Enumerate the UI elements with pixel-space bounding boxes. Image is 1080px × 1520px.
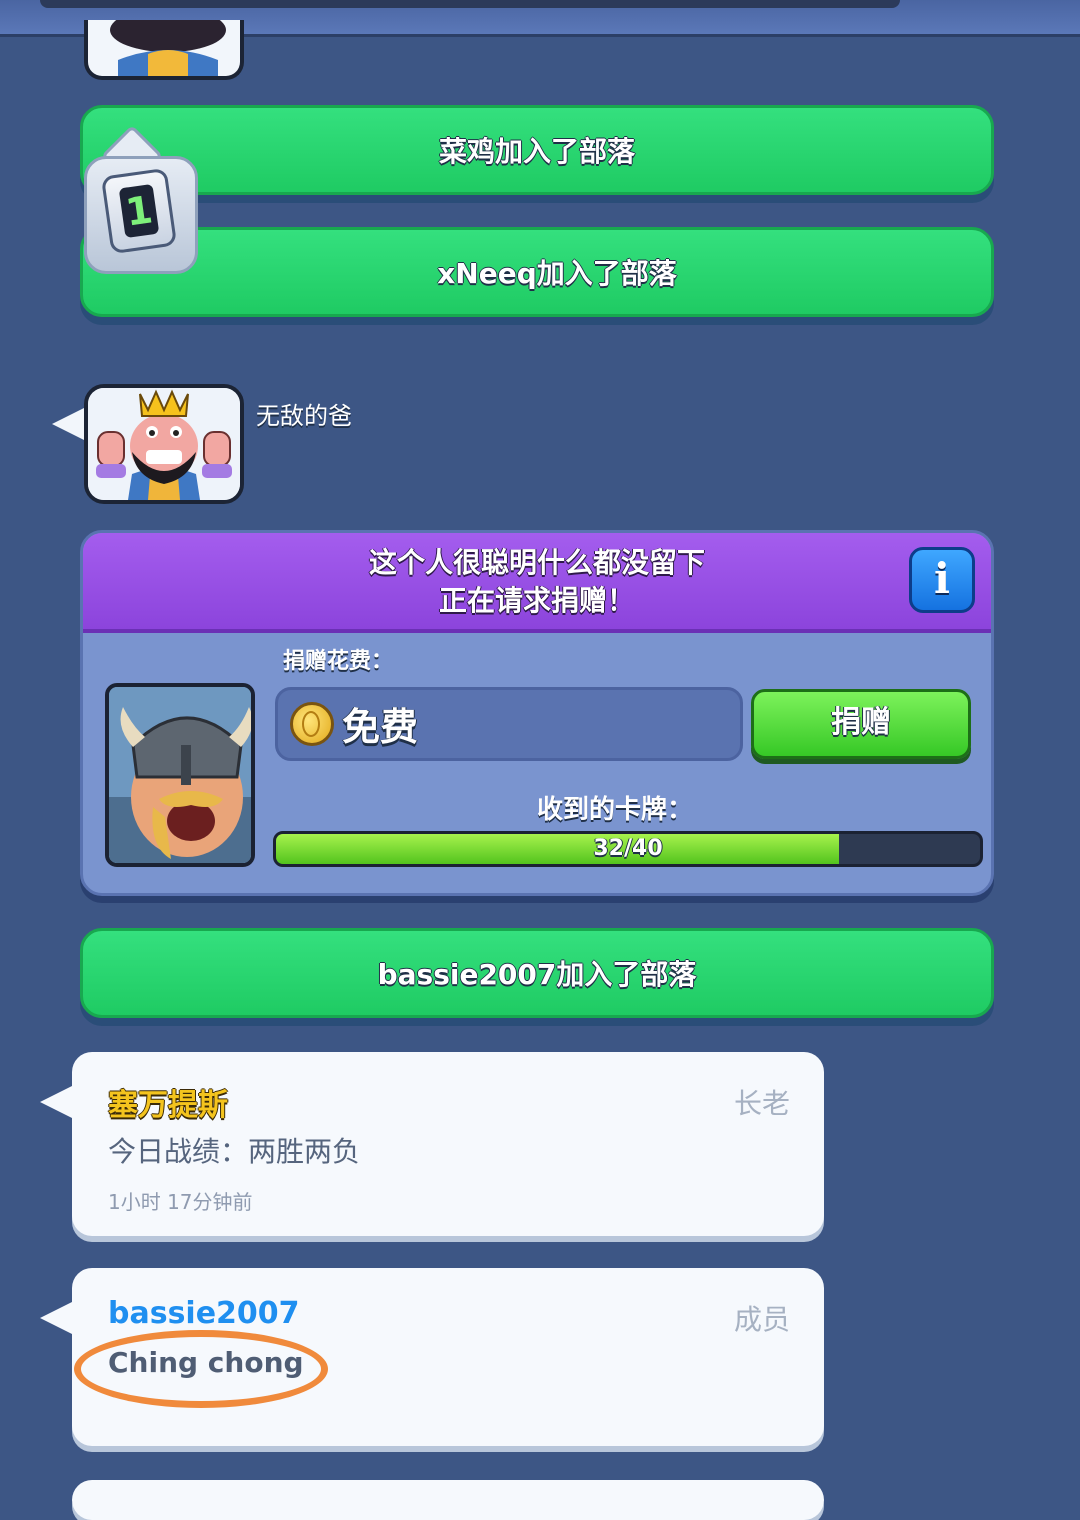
cards-received-label: 收到的卡牌： — [537, 795, 694, 825]
elite-barbarian-card-icon — [109, 687, 251, 863]
donate-button[interactable]: 捐赠 — [751, 689, 971, 759]
highlight-circle-annotation — [74, 1330, 328, 1408]
card-count-icon: 1 — [100, 167, 178, 255]
info-icon: i — [934, 554, 950, 603]
donation-cost-field: 免费 — [275, 687, 743, 761]
king-emote-partial-icon — [110, 20, 226, 76]
requested-card[interactable] — [105, 683, 255, 867]
chat-message-text: 今日战绩：两胜两负 — [108, 1135, 361, 1168]
donation-progress-text: 32/40 — [593, 836, 663, 861]
chat-bubble-tail — [40, 1084, 76, 1120]
donation-cost-label: 捐赠花费： — [283, 649, 394, 674]
top-panel-inner — [40, 0, 900, 8]
chat-author-name[interactable]: 塞万提斯 — [108, 1080, 228, 1124]
chat-bubble-tail — [40, 1300, 76, 1336]
chat-message: 塞万提斯 长老 今日战绩：两胜两负 1小时 17分钟前 — [72, 1052, 824, 1236]
join-banner-text: xNeeq加入了部落 — [437, 257, 677, 290]
clan-join-banner: bassie2007加入了部落 — [80, 928, 994, 1018]
info-button[interactable]: i — [909, 547, 975, 613]
clan-join-banner: xNeeq加入了部落 — [80, 227, 994, 317]
gold-coin-icon — [290, 702, 334, 746]
sender-avatar[interactable] — [84, 384, 244, 504]
badge-number: 1 — [118, 183, 160, 239]
request-status: 正在请求捐赠！ — [438, 584, 635, 617]
join-banner-text: 菜鸡加入了部落 — [438, 135, 635, 168]
join-banner-text: bassie2007加入了部落 — [377, 958, 697, 991]
previous-avatar — [84, 20, 244, 80]
chat-author-name[interactable]: bassie2007 — [108, 1296, 300, 1331]
chat-author-role: 成员 — [733, 1303, 790, 1336]
donation-request-card: 这个人很聪明什么都没留下 正在请求捐赠！ i 捐赠花费： 免费 捐赠 收到的卡牌… — [80, 530, 994, 896]
coin-inner — [302, 711, 320, 737]
chat-timestamp: 1小时 17分钟前 — [108, 1190, 253, 1214]
sender-name: 无敌的爸 — [256, 402, 352, 430]
donation-cost-value: 免费 — [342, 705, 419, 749]
clan-join-banner: 菜鸡加入了部落 — [80, 105, 994, 195]
request-message: 这个人很聪明什么都没留下 — [368, 546, 705, 579]
chat-author-role: 长老 — [733, 1087, 790, 1120]
request-header: 这个人很聪明什么都没留下 正在请求捐赠！ i — [83, 533, 991, 633]
chat-message-partial — [72, 1480, 824, 1520]
king-thumbs-up-icon — [88, 388, 240, 500]
donation-progress-bar: 32/40 — [273, 831, 983, 867]
